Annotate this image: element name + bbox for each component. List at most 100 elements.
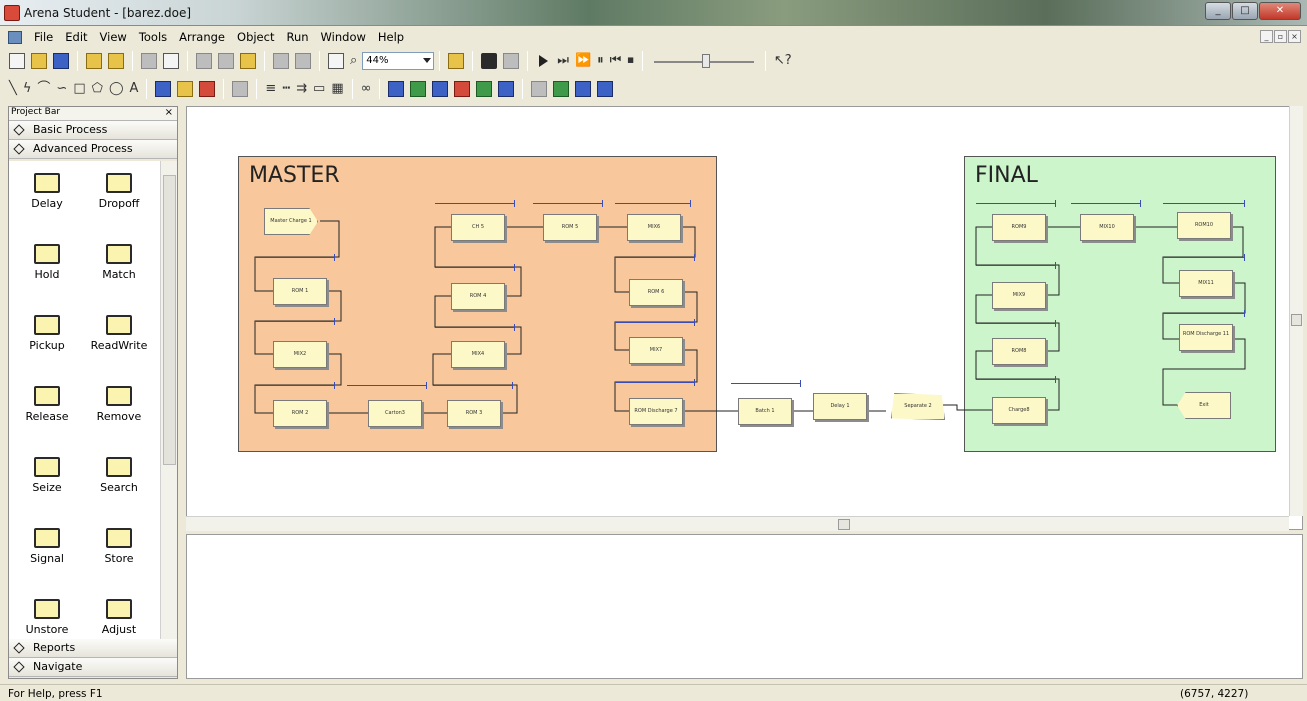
line-width-icon[interactable]: ≡ <box>265 81 276 97</box>
node-exit[interactable]: Exit <box>1177 392 1231 419</box>
queue-line[interactable] <box>615 379 695 386</box>
module-readwrite[interactable]: ReadWrite <box>87 309 151 369</box>
doc-restore-button[interactable]: ▫ <box>1274 30 1287 43</box>
line-color-icon[interactable] <box>155 81 172 97</box>
node-mix11[interactable]: MIX11 <box>1179 270 1233 297</box>
fill-color-icon[interactable] <box>177 81 194 97</box>
node-delay-1[interactable]: Delay 1 <box>813 393 867 420</box>
queue-line[interactable] <box>1163 310 1245 317</box>
polygon-icon[interactable]: ⬠ <box>92 81 103 97</box>
fast-forward-icon[interactable]: ⏩ <box>575 53 591 69</box>
detach-template-icon[interactable] <box>108 53 124 69</box>
node-mix4[interactable]: MIX4 <box>451 341 505 368</box>
close-button[interactable]: ✕ <box>1259 2 1301 20</box>
doc-close-button[interactable]: × <box>1288 30 1301 43</box>
connect-icon[interactable] <box>481 53 498 69</box>
fill-pattern-icon[interactable]: ▦ <box>331 81 343 97</box>
queue-line[interactable] <box>533 200 603 207</box>
slider-thumb[interactable] <box>701 54 710 68</box>
new-file-icon[interactable] <box>9 53 25 69</box>
arrow-style-icon[interactable]: ⇉ <box>296 81 307 97</box>
scrollbar-thumb[interactable] <box>163 175 176 465</box>
panel-advanced-process[interactable]: Advanced Process <box>9 140 177 159</box>
text-color-icon[interactable] <box>199 81 216 97</box>
minimize-button[interactable]: _ <box>1205 2 1231 20</box>
node-rom-6[interactable]: ROM 6 <box>629 279 683 306</box>
line-pattern-icon[interactable]: ▭ <box>313 81 325 97</box>
module-remove[interactable]: Remove <box>87 380 151 440</box>
pause-icon[interactable]: ⏸ <box>597 53 604 69</box>
paste-icon[interactable] <box>240 53 256 69</box>
queue-line[interactable] <box>976 320 1056 327</box>
arc-icon[interactable]: ⌒ <box>37 81 50 97</box>
step-icon[interactable]: ⏭ <box>557 53 569 69</box>
level-icon[interactable] <box>454 81 471 97</box>
global-icon[interactable] <box>553 81 570 97</box>
node-rom9[interactable]: ROM9 <box>992 214 1046 241</box>
resource-icon[interactable] <box>531 81 548 97</box>
clock-icon[interactable] <box>432 81 449 97</box>
module-search[interactable]: Search <box>87 451 151 511</box>
panel-reports[interactable]: Reports <box>9 639 177 658</box>
close-icon[interactable]: × <box>165 107 173 118</box>
document-icon[interactable] <box>8 30 22 44</box>
line-icon[interactable]: ╲ <box>9 81 17 97</box>
node-batch-1[interactable]: Batch 1 <box>738 398 792 425</box>
module-dropoff[interactable]: Dropoff <box>87 167 151 227</box>
queue-line[interactable] <box>615 319 695 326</box>
animation-speed-slider[interactable] <box>653 54 754 68</box>
go-icon[interactable] <box>539 55 549 67</box>
module-signal[interactable]: Signal <box>15 522 79 582</box>
node-rom10[interactable]: ROM10 <box>1177 212 1231 239</box>
node-rom-2[interactable]: ROM 2 <box>273 400 327 427</box>
ellipse-icon[interactable]: ◯ <box>109 81 124 97</box>
connector[interactable] <box>940 404 992 411</box>
menu-view[interactable]: View <box>94 30 133 44</box>
node-charge8[interactable]: Charge8 <box>992 397 1046 424</box>
module-store[interactable]: Store <box>87 522 151 582</box>
doc-minimize-button[interactable]: _ <box>1260 30 1273 43</box>
node-rom-discharge-7[interactable]: ROM Discharge 7 <box>629 398 683 425</box>
polyline-icon[interactable]: ϟ <box>23 81 32 97</box>
node-rom-1[interactable]: ROM 1 <box>273 278 327 305</box>
parking-icon[interactable] <box>597 81 614 97</box>
queue-line[interactable] <box>615 254 695 261</box>
menu-arrange[interactable]: Arrange <box>173 30 231 44</box>
queue-line[interactable] <box>731 380 801 387</box>
queue-line[interactable] <box>255 382 335 389</box>
queue-line[interactable] <box>255 254 335 261</box>
variable-icon[interactable] <box>410 81 427 97</box>
menu-file[interactable]: File <box>28 30 59 44</box>
panel-navigate[interactable]: Navigate <box>9 658 177 677</box>
node-rom-5[interactable]: ROM 5 <box>543 214 597 241</box>
queue-icon[interactable] <box>388 81 405 97</box>
queue-line[interactable] <box>435 200 515 207</box>
queue-line[interactable] <box>255 318 335 325</box>
node-rom-4[interactable]: ROM 4 <box>451 283 505 310</box>
view-all-icon[interactable] <box>328 53 344 69</box>
undo-icon[interactable] <box>273 53 289 69</box>
module-seize[interactable]: Seize <box>15 451 79 511</box>
queue-line[interactable] <box>347 382 427 389</box>
module-hold[interactable]: Hold <box>15 238 79 298</box>
context-help-icon[interactable]: ↖? <box>774 53 792 69</box>
canvas-vertical-scrollbar[interactable] <box>1289 106 1303 516</box>
zoom-icon[interactable]: ⌕ <box>350 53 357 69</box>
window-background-color-icon[interactable] <box>232 81 249 97</box>
node-mix6[interactable]: MIX6 <box>627 214 681 241</box>
queue-line[interactable] <box>433 382 513 389</box>
menu-edit[interactable]: Edit <box>59 30 93 44</box>
node-separate-2[interactable]: Separate 2 <box>891 393 945 420</box>
spreadsheet-pane[interactable] <box>186 534 1303 679</box>
module-delay[interactable]: Delay <box>15 167 79 227</box>
model-canvas[interactable]: MASTER FINAL Master Charge 1 ROM 1 MIX2 … <box>186 106 1303 530</box>
storage-icon[interactable] <box>575 81 592 97</box>
node-mix2[interactable]: MIX2 <box>273 341 327 368</box>
node-master-charge-1[interactable]: Master Charge 1 <box>264 208 318 235</box>
arena-app-icon[interactable] <box>4 5 20 21</box>
node-carton3[interactable]: Carton3 <box>368 400 422 427</box>
module-pickup[interactable]: Pickup <box>15 309 79 369</box>
plot-icon[interactable] <box>498 81 515 97</box>
menu-window[interactable]: Window <box>315 30 372 44</box>
menu-help[interactable]: Help <box>372 30 410 44</box>
